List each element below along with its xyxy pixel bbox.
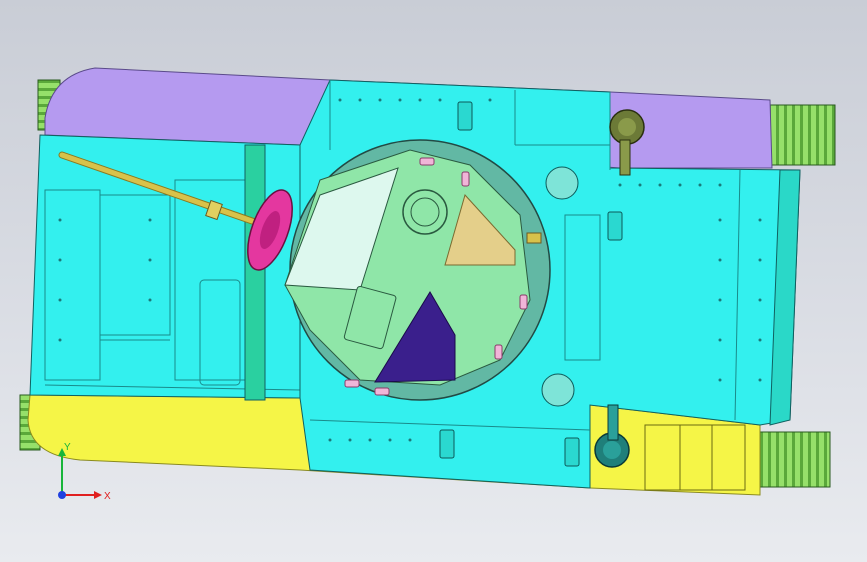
track-right-rear [754,431,831,488]
track-right-front [769,104,836,166]
tank-model[interactable] [19,67,836,496]
aerial-mount [526,232,542,244]
deck-separator [244,144,266,401]
cad-viewport[interactable] [0,0,867,562]
axis-triad: Y X [58,442,111,502]
z-axis-dot [58,491,66,499]
stowage-box [644,424,746,491]
x-axis-label: X [104,491,111,502]
commander-cupola [402,189,448,235]
y-axis-label: Y [64,442,71,453]
x-axis-arrow [94,491,102,499]
